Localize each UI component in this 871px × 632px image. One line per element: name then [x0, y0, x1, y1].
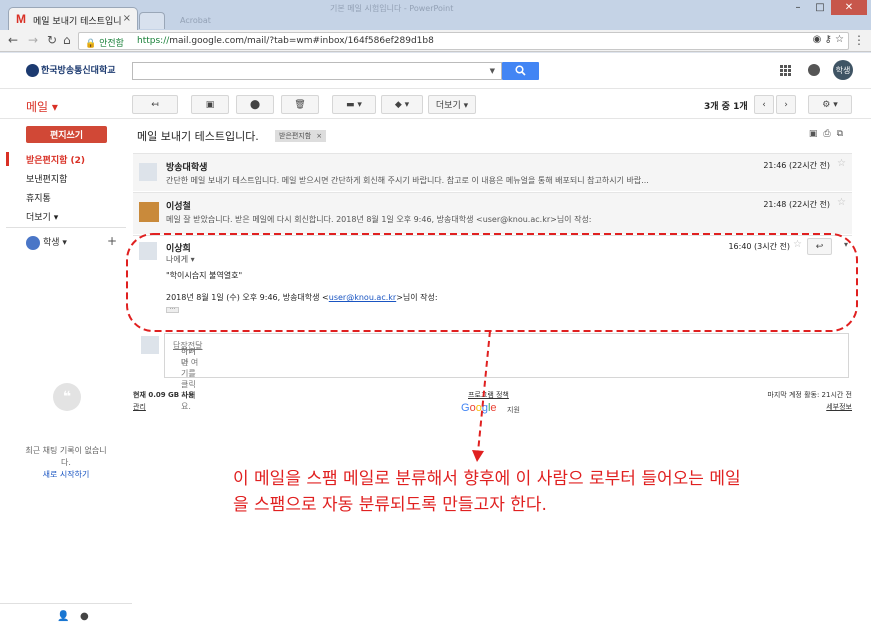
annotation-text: 이 메일을 스팸 메일로 분류해서 향후에 이 사람으 로부터 들어오는 메일을…	[233, 469, 741, 515]
highlight-dashed-outline	[126, 233, 858, 332]
annotation-arrowhead-icon	[472, 450, 484, 462]
annotation-arrow-line	[477, 330, 491, 453]
annotation-overlay	[126, 233, 858, 462]
